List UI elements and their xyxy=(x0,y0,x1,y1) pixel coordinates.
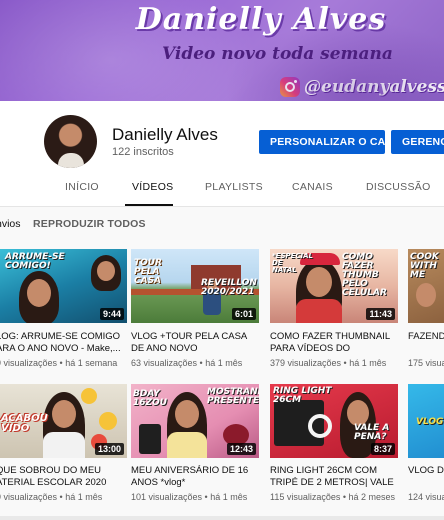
video-thumbnail[interactable]: BDAY 16ZOU MOSTRANDO PRESENTES 12:43 xyxy=(131,384,259,458)
video-meta: 9 visualizações • há 1 mês xyxy=(0,492,131,502)
video-title[interactable]: MEU ANIVERSÁRIO DE 16 ANOS *vlog* xyxy=(131,465,259,489)
tab-videos[interactable]: VÍDEOS xyxy=(132,181,173,193)
thumbnail-caption-2: REVEILLON 2020/2021 xyxy=(201,278,257,297)
thumbnail-face xyxy=(97,261,115,281)
video-title[interactable]: RING LIGHT 26CM COM TRIPÉ DE 2 METROS| V… xyxy=(270,465,398,489)
video-duration: 8:37 xyxy=(370,443,395,455)
channel-banner: Danielly Alves Video novo toda semana @e… xyxy=(0,0,444,101)
video-title[interactable]: QUE SOBROU DO MEU ATERIAL ESCOLAR 2020 xyxy=(0,465,124,489)
thumbnail-shirt xyxy=(43,432,85,458)
tab-discussao[interactable]: DISCUSSÃO xyxy=(366,181,431,193)
instagram-icon xyxy=(280,77,300,97)
thumbnail-caption: COOK WITH ME xyxy=(410,252,439,280)
channel-name: Danielly Alves xyxy=(112,125,218,144)
video-age: há 1 mês xyxy=(349,358,387,368)
thumbnail-face xyxy=(306,267,332,297)
video-duration: 11:43 xyxy=(366,308,395,320)
play-all-button[interactable]: REPRODUZIR TODOS xyxy=(33,218,146,230)
tab-canais[interactable]: CANAIS xyxy=(292,181,333,193)
thumbnail-face xyxy=(52,400,76,428)
emoji-icon xyxy=(99,412,117,430)
thumbnail-caption: VLOG xyxy=(416,417,444,427)
video-thumbnail[interactable]: *ESPECIAL DE NATAL COMO FAZER THUMB PELO… xyxy=(270,249,398,323)
banner-instagram: @eudanyalvess xyxy=(280,77,444,97)
thumbnail-face xyxy=(27,279,51,307)
channel-tabs: INÍCIO VÍDEOS PLAYLISTS CANAIS DISCUSSÃO xyxy=(0,171,444,206)
video-title[interactable]: FAZENDO OREO ~c xyxy=(408,331,444,355)
thumbnail-shirt xyxy=(167,432,207,458)
thumbnail-caption: BDAY 16ZOU xyxy=(133,389,168,408)
video-title[interactable]: VLOG +TOUR PELA CASA DE ANO NOVO xyxy=(131,331,259,355)
video-age: há 1 semana xyxy=(65,358,118,368)
video-views: 101 visualizações xyxy=(131,492,203,502)
thumbnail-caption-small: *ESPECIAL DE NATAL xyxy=(272,252,314,274)
video-duration: 6:01 xyxy=(231,308,256,320)
ring-light-icon xyxy=(308,414,332,438)
video-views: 175 visua xyxy=(408,358,444,368)
video-views: 9 visualizações xyxy=(0,358,58,368)
video-thumbnail[interactable]: ARRUME-SE COMIGO! 9:44 xyxy=(0,249,127,323)
video-title[interactable]: VLOG DE QUAREN xyxy=(408,465,444,489)
thumbnail-caption-2: MOSTRANDO PRESENTES xyxy=(207,387,259,406)
manage-videos-button[interactable]: GERENCIA xyxy=(391,130,444,154)
video-thumbnail[interactable]: VLOG xyxy=(408,384,444,458)
video-thumbnail[interactable]: RING LIGHT 26CM VALE A PENA? 8:37 xyxy=(270,384,398,458)
thumbnail-caption: COMO FAZER THUMB PELO CELULAR xyxy=(342,252,387,298)
video-thumbnail[interactable]: ACABOU VIDO 13:00 xyxy=(0,384,127,458)
customize-channel-button[interactable]: PERSONALIZAR O CANAL xyxy=(259,130,407,154)
thumbnail-caption: ACABOU VIDO xyxy=(1,413,48,434)
video-views: 9 visualizações xyxy=(0,492,58,502)
video-meta: 101 visualizações • há 1 mês xyxy=(131,492,248,502)
video-age: há 2 meses xyxy=(348,492,396,502)
video-meta: 9 visualizações • há 1 semana xyxy=(0,358,131,368)
banner-title: Danielly Alves xyxy=(135,2,387,37)
video-views: 379 visualizações xyxy=(270,358,342,368)
thumbnail-caption: RING LIGHT 26CM xyxy=(273,386,332,405)
banner-subtitle: Video novo toda semana xyxy=(162,44,393,64)
thumbnail-shirt xyxy=(296,299,342,323)
thumbnail-caption: ARRUME-SE COMIGO! xyxy=(5,252,65,271)
video-age: há 1 mês xyxy=(210,492,248,502)
video-views: 124 visua xyxy=(408,492,444,502)
video-meta: 115 visualizações • há 2 meses xyxy=(270,492,396,502)
video-views: 63 visualizações xyxy=(131,358,198,368)
video-age: há 1 mês xyxy=(205,358,243,368)
thumbnail-face xyxy=(175,400,199,428)
video-meta: 63 visualizações • há 1 mês xyxy=(131,358,243,368)
thumbnail-caption: TOUR PELA CASA xyxy=(134,258,163,286)
tab-playlists[interactable]: PLAYLISTS xyxy=(205,181,263,193)
video-age: há 1 mês xyxy=(65,492,103,502)
video-meta: 175 visua xyxy=(408,358,444,368)
video-title[interactable]: COMO FAZER THUMBNAIL PARA VÍDEOS DO YOUT… xyxy=(270,331,398,355)
thumbnail-face xyxy=(416,283,436,307)
sort-label[interactable]: nvios xyxy=(0,218,21,230)
channel-avatar[interactable] xyxy=(44,115,97,168)
video-meta: 124 visua xyxy=(408,492,444,502)
emoji-icon xyxy=(81,388,97,404)
thumbnail-caption-2: VALE A PENA? xyxy=(354,423,390,442)
video-meta: 379 visualizações • há 1 mês xyxy=(270,358,387,368)
header-divider xyxy=(0,206,444,207)
next-row-preview xyxy=(0,516,444,520)
tab-inicio[interactable]: INÍCIO xyxy=(65,181,99,193)
thumbnail-gift xyxy=(139,424,161,454)
video-thumbnail[interactable]: TOUR PELA CASA REVEILLON 2020/2021 6:01 xyxy=(131,249,259,323)
video-duration: 9:44 xyxy=(99,308,124,320)
video-views: 115 visualizações xyxy=(270,492,341,502)
subscriber-count: 122 inscritos xyxy=(112,146,174,158)
video-duration: 13:00 xyxy=(94,443,124,455)
youtube-channel-page: Danielly Alves Video novo toda semana @e… xyxy=(0,0,444,520)
channel-header: Danielly Alves 122 inscritos PERSONALIZA… xyxy=(0,101,444,206)
video-title[interactable]: LOG: ARRUME-SE COMIGO ARA O ANO NOVO - M… xyxy=(0,331,124,355)
video-thumbnail[interactable]: COOK WITH ME xyxy=(408,249,444,323)
instagram-handle: @eudanyalvess xyxy=(304,77,444,97)
video-duration: 12:43 xyxy=(226,443,256,455)
